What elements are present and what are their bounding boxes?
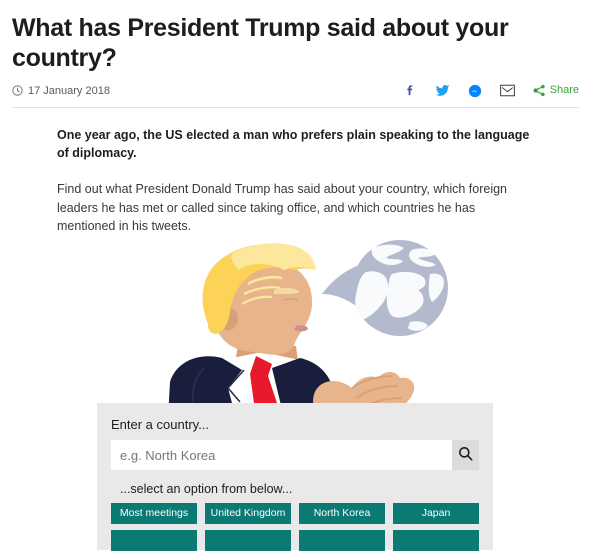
option-button-row2-4[interactable] — [393, 530, 479, 551]
facebook-icon — [403, 84, 417, 98]
search-bar — [111, 440, 479, 470]
country-option-grid: Most meetings United Kingdom North Korea… — [111, 503, 479, 551]
article-page: What has President Trump said about your… — [0, 0, 591, 551]
messenger-icon — [468, 84, 482, 98]
share-button[interactable]: Share — [533, 84, 579, 97]
messenger-share-button[interactable] — [468, 84, 482, 98]
article-standfirst: One year ago, the US elected a man who p… — [57, 128, 530, 161]
option-button-north-korea[interactable]: North Korea — [299, 503, 385, 524]
globe-speech-bubble-icon — [322, 240, 448, 336]
country-selector-panel: Enter a country... ...select an option f… — [97, 403, 493, 551]
publish-date-text: 17 January 2018 — [28, 84, 110, 97]
trump-speech-globe-illustration — [0, 228, 591, 422]
clock-icon — [12, 85, 23, 96]
facebook-share-button[interactable] — [403, 84, 417, 98]
twitter-icon — [435, 83, 450, 98]
share-label: Share — [549, 84, 579, 97]
email-icon — [499, 84, 515, 97]
search-button[interactable] — [452, 440, 479, 470]
page-title: What has President Trump said about your… — [12, 14, 509, 72]
option-button-united-kingdom[interactable]: United Kingdom — [205, 503, 291, 524]
article-meta-row: 17 January 2018 Share — [0, 73, 591, 98]
search-input[interactable] — [111, 440, 452, 470]
option-button-most-meetings[interactable]: Most meetings — [111, 503, 197, 524]
selector-label: Enter a country... — [111, 417, 210, 432]
share-icon — [533, 84, 546, 97]
share-row: Share — [403, 83, 579, 98]
option-button-row2-1[interactable] — [111, 530, 197, 551]
twitter-share-button[interactable] — [435, 83, 450, 98]
option-button-row2-2[interactable] — [205, 530, 291, 551]
option-button-row2-3[interactable] — [299, 530, 385, 551]
selector-sublabel: ...select an option from below... — [120, 482, 293, 496]
search-icon — [458, 446, 473, 464]
publish-date: 17 January 2018 — [12, 85, 110, 97]
article-body: One year ago, the US elected a man who p… — [0, 108, 591, 236]
option-button-japan[interactable]: Japan — [393, 503, 479, 524]
email-share-button[interactable] — [499, 84, 515, 97]
